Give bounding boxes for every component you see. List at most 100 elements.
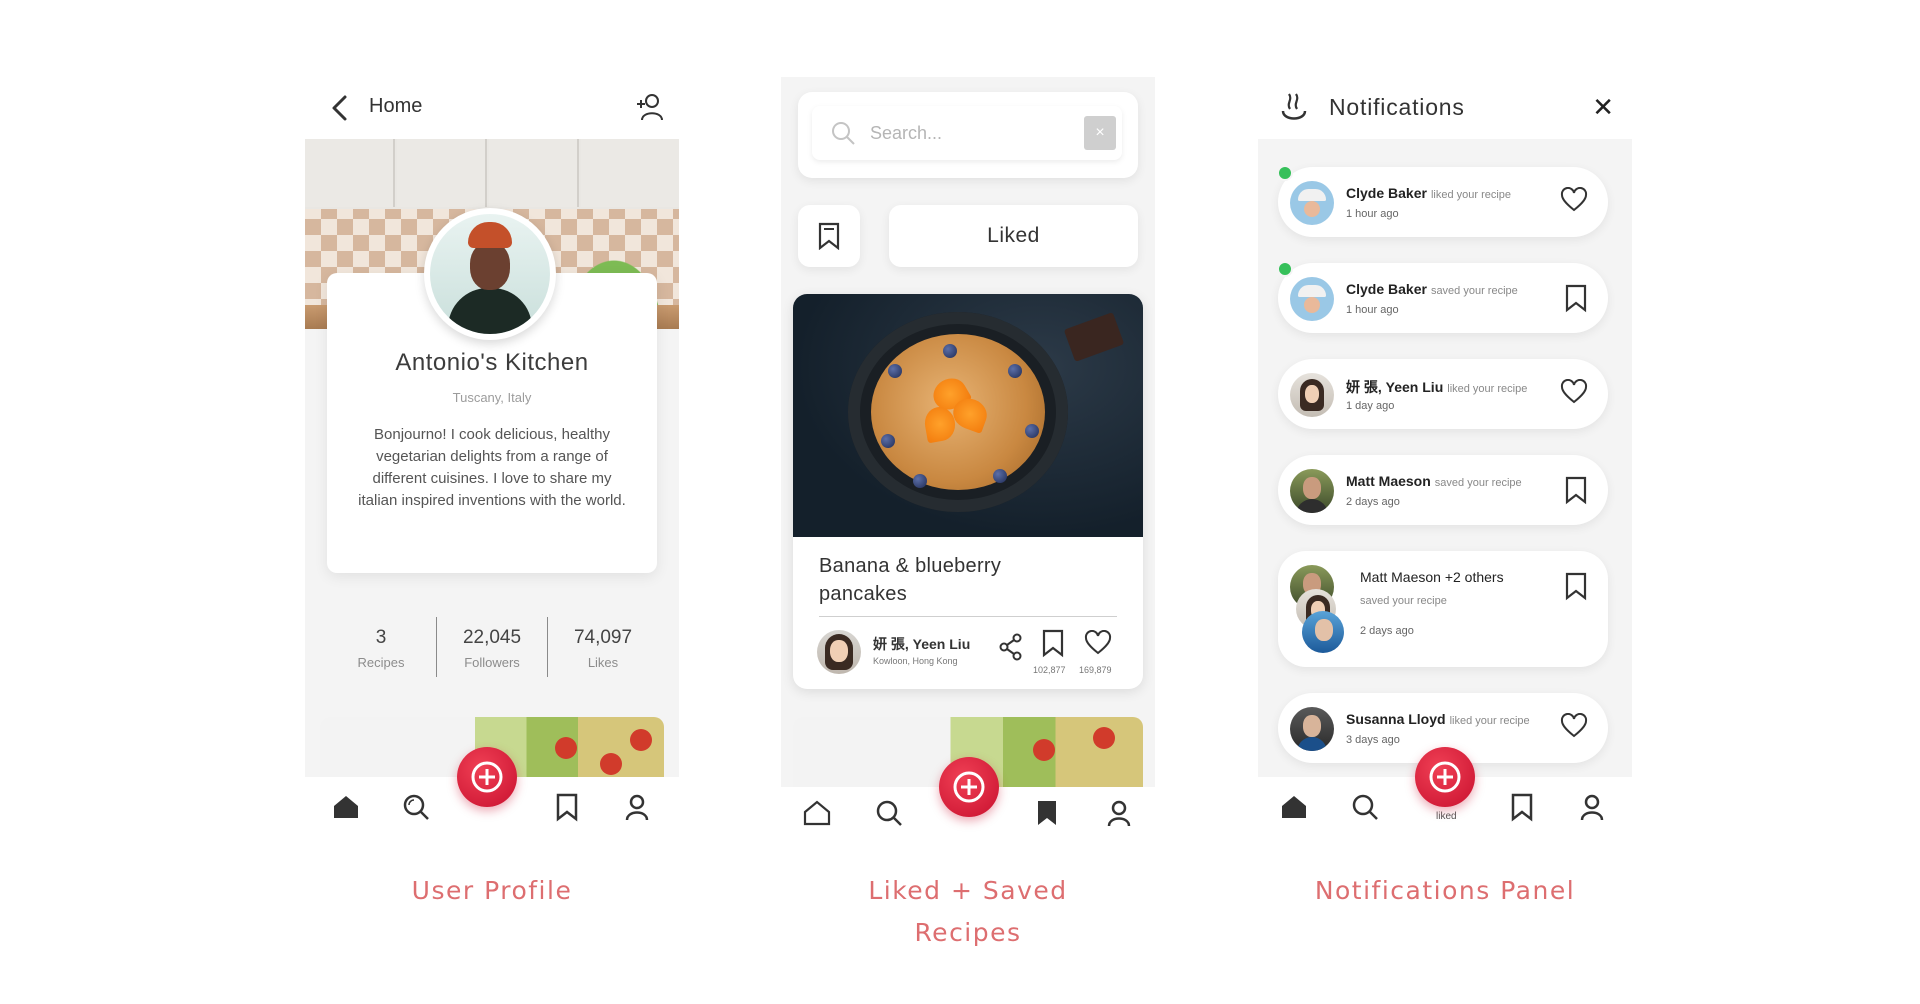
bookmark-icon (1565, 476, 1587, 505)
profile-location: Tuscany, Italy (452, 390, 532, 405)
add-recipe-button[interactable] (457, 747, 517, 807)
avatar (1290, 277, 1334, 321)
bookmark-icon[interactable] (551, 791, 583, 823)
bookmark-icon[interactable] (1506, 791, 1538, 823)
author-location: Kowloon, Hong Kong (873, 656, 958, 666)
caption-liked-saved: Liked + Saved Recipes (781, 870, 1155, 954)
notification-action: liked your recipe (1447, 383, 1528, 395)
avatar (1290, 373, 1334, 417)
stat-value: 74,097 (573, 627, 633, 648)
plus-circle-icon (1429, 761, 1461, 793)
author-name[interactable]: 妍 張, Yeen Liu (873, 634, 970, 654)
profile-bio: Bonjourno! I cook delicious, healthy veg… (358, 426, 626, 509)
heart-icon (1560, 713, 1588, 738)
bookmark-icon (1565, 572, 1587, 601)
bookmark-icon[interactable] (1041, 628, 1065, 658)
share-icon[interactable] (998, 632, 1024, 662)
clear-search-button[interactable]: × (1084, 116, 1116, 150)
author-avatar[interactable] (817, 630, 861, 674)
notification-text: Susanna Lloyd liked your recipe (1346, 711, 1530, 727)
user-profile-screen: Home Antonio's Kitchen Tuscany, Italy Bo… (305, 77, 679, 839)
notification-action: saved your recipe (1360, 595, 1447, 607)
save-count: 102,877 (1033, 665, 1066, 675)
notification-time: 2 days ago (1346, 496, 1400, 508)
search-icon[interactable] (873, 797, 905, 829)
heart-icon (1560, 379, 1588, 404)
notification-item[interactable]: Matt Maeson +2 others saved your recipe … (1278, 551, 1608, 667)
notification-user: 妍 張, Yeen Liu (1346, 379, 1444, 395)
avatar (1290, 181, 1334, 225)
saved-filter-button[interactable] (798, 205, 860, 267)
notification-text: 妍 張, Yeen Liu liked your recipe (1346, 377, 1527, 397)
stat-label: Likes (587, 655, 619, 670)
notification-item[interactable]: 妍 張, Yeen Liu liked your recipe 1 day ago (1278, 359, 1608, 429)
stat-value: 22,045 (462, 627, 522, 648)
heart-icon (1560, 187, 1588, 212)
tab-label-liked: liked (1436, 811, 1457, 822)
unread-indicator (1277, 261, 1293, 277)
caption-notifications-panel: Notifications Panel (1314, 876, 1576, 905)
user-icon[interactable] (1103, 797, 1135, 829)
caption-line: Recipes (914, 918, 1022, 947)
stat-followers[interactable]: 22,045 Followers (437, 617, 547, 681)
bookmark-icon[interactable] (1031, 797, 1063, 829)
like-count: 169,879 (1079, 665, 1112, 675)
notification-time: 1 hour ago (1346, 304, 1399, 316)
stat-value: 3 (375, 627, 387, 648)
recipe-card[interactable]: Banana & blueberry pancakes 妍 張, Yeen Li… (793, 294, 1143, 689)
bookmark-icon (818, 222, 840, 250)
stat-recipes[interactable]: 3 Recipes (326, 617, 436, 681)
header-title[interactable]: Home (369, 95, 422, 118)
liked-saved-screen: × Liked Banana & blueberry pancakes 妍 張,… (781, 77, 1155, 839)
notification-item[interactable]: Clyde Baker liked your recipe 1 hour ago (1278, 167, 1608, 237)
divider (819, 616, 1117, 617)
search-field[interactable]: × (812, 106, 1122, 160)
profile-stats: 3 Recipes 22,045 Followers 74,097 Likes (305, 617, 679, 681)
stat-likes[interactable]: 74,097 Likes (548, 617, 658, 681)
notification-user: Clyde Baker (1346, 185, 1427, 201)
notification-user: Matt Maeson +2 others (1360, 569, 1504, 585)
notification-time: 2 days ago (1360, 625, 1414, 637)
search-icon[interactable] (1349, 791, 1381, 823)
search-icon[interactable] (400, 791, 432, 823)
steam-bowl-icon (1281, 93, 1307, 120)
search-panel: × (798, 92, 1138, 178)
avatar (1290, 469, 1334, 513)
unread-indicator (1277, 165, 1293, 181)
user-icon[interactable] (621, 791, 653, 823)
notification-action: liked your recipe (1449, 715, 1530, 727)
recipe-title[interactable]: Banana & blueberry pancakes (819, 552, 1069, 608)
notification-action: liked your recipe (1430, 189, 1512, 201)
notification-item[interactable]: Clyde Baker saved your recipe 1 hour ago (1278, 263, 1608, 333)
add-recipe-button[interactable] (939, 757, 999, 817)
home-icon[interactable] (1278, 791, 1310, 823)
close-icon[interactable]: ✕ (1592, 92, 1614, 122)
notification-text: Clyde Baker saved your recipe (1346, 281, 1518, 297)
home-icon[interactable] (330, 791, 362, 823)
page-title: Notifications (1329, 94, 1465, 120)
back-arrow-icon[interactable] (327, 93, 355, 123)
plus-circle-icon (471, 761, 503, 793)
add-recipe-button[interactable] (1415, 747, 1475, 807)
user-icon[interactable] (1576, 791, 1608, 823)
search-input[interactable] (870, 120, 1070, 146)
heart-icon[interactable] (1084, 630, 1112, 656)
search-icon (832, 122, 855, 145)
notification-user: Susanna Lloyd (1346, 711, 1446, 727)
notification-text: Clyde Baker liked your recipe (1346, 185, 1511, 201)
avatar (1290, 707, 1334, 751)
caption-user-profile: User Profile (411, 876, 573, 905)
notifications-screen: Notifications ✕ Clyde Baker liked your re… (1258, 77, 1632, 839)
liked-filter-button[interactable]: Liked (889, 205, 1138, 267)
notification-time: 1 hour ago (1346, 208, 1399, 220)
home-icon[interactable] (801, 797, 833, 829)
add-user-icon[interactable] (633, 91, 665, 123)
bookmark-icon (1565, 284, 1587, 313)
avatar[interactable] (424, 208, 556, 340)
caption-line: Liked + Saved (868, 876, 1068, 905)
notification-item[interactable]: Matt Maeson saved your recipe 2 days ago (1278, 455, 1608, 525)
notifications-header: Notifications ✕ (1258, 77, 1632, 139)
notification-time: 3 days ago (1346, 734, 1400, 746)
stat-label: Recipes (357, 655, 405, 670)
notification-text: Matt Maeson saved your recipe (1346, 473, 1522, 489)
